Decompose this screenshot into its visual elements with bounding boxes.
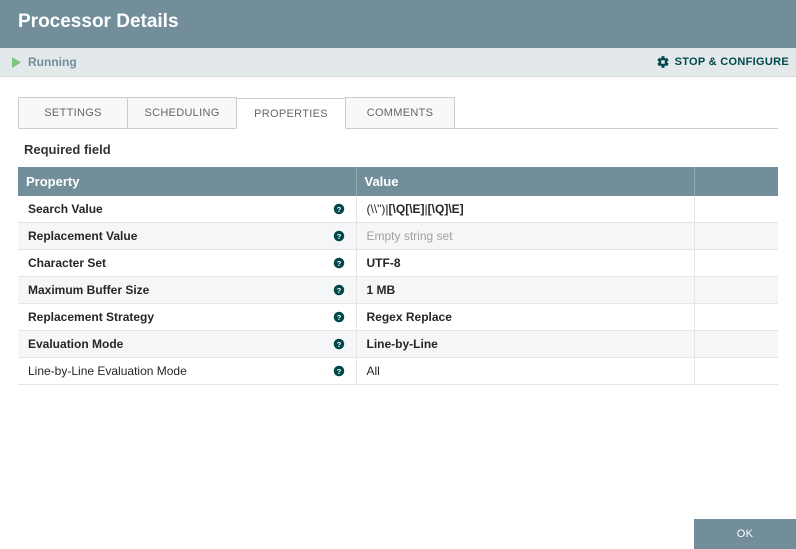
help-icon[interactable]: ?	[333, 338, 346, 351]
content-area: SETTINGS SCHEDULING PROPERTIES COMMENTS …	[0, 77, 796, 549]
value-segment: [\Q]\E]	[428, 202, 464, 216]
play-icon	[11, 57, 22, 68]
stop-configure-label: STOP & CONFIGURE	[675, 56, 789, 68]
property-name: Line-by-Line Evaluation Mode	[28, 364, 187, 378]
help-icon[interactable]: ?	[333, 230, 346, 243]
property-value[interactable]: (\\")|[\Q[\E]|[\Q]\E]	[356, 196, 694, 223]
extra-cell	[694, 250, 778, 277]
table-row[interactable]: Search Value? (\\")|[\Q[\E]|[\Q]\E]	[18, 196, 778, 223]
property-value[interactable]: Line-by-Line	[356, 331, 694, 358]
property-name: Character Set	[28, 256, 106, 270]
help-icon[interactable]: ?	[333, 365, 346, 378]
tab-label: SCHEDULING	[144, 107, 219, 119]
tab-settings[interactable]: SETTINGS	[18, 97, 128, 128]
help-icon[interactable]: ?	[333, 203, 346, 216]
svg-text:?: ?	[337, 340, 342, 349]
table-row[interactable]: Replacement Strategy? Regex Replace	[18, 304, 778, 331]
tab-label: SETTINGS	[44, 107, 101, 119]
table-header-row: Property Value	[18, 167, 778, 196]
table-row[interactable]: Character Set? UTF-8	[18, 250, 778, 277]
extra-cell	[694, 331, 778, 358]
svg-text:?: ?	[337, 286, 342, 295]
tab-label: COMMENTS	[367, 107, 434, 119]
property-name: Replacement Strategy	[28, 310, 154, 324]
svg-text:?: ?	[337, 259, 342, 268]
help-icon[interactable]: ?	[333, 311, 346, 324]
section-title: Required field	[24, 142, 778, 157]
page-title: Processor Details	[18, 11, 179, 33]
property-value[interactable]: All	[356, 358, 694, 385]
tab-comments[interactable]: COMMENTS	[345, 97, 455, 128]
dialog-footer: OK	[694, 519, 796, 549]
svg-text:?: ?	[337, 232, 342, 241]
value-segment: (\\")|	[367, 202, 389, 216]
tab-label: PROPERTIES	[254, 108, 328, 120]
svg-text:?: ?	[337, 367, 342, 376]
help-icon[interactable]: ?	[333, 284, 346, 297]
tab-properties[interactable]: PROPERTIES	[236, 98, 346, 129]
ok-label: OK	[737, 528, 754, 540]
svg-text:?: ?	[337, 205, 342, 214]
tabs: SETTINGS SCHEDULING PROPERTIES COMMENTS	[18, 97, 778, 129]
extra-cell	[694, 277, 778, 304]
extra-cell	[694, 304, 778, 331]
help-icon[interactable]: ?	[333, 257, 346, 270]
property-name: Maximum Buffer Size	[28, 283, 149, 297]
property-value[interactable]: UTF-8	[356, 250, 694, 277]
table-row[interactable]: Replacement Value? Empty string set	[18, 223, 778, 250]
status-bar: Running STOP & CONFIGURE	[0, 48, 796, 77]
table-row[interactable]: Evaluation Mode? Line-by-Line	[18, 331, 778, 358]
status-text: Running	[28, 55, 77, 69]
properties-table: Property Value Search Value? (\\")|[\Q[\E…	[18, 167, 778, 385]
property-name: Evaluation Mode	[28, 337, 123, 351]
extra-cell	[694, 196, 778, 223]
dialog-header: Processor Details	[0, 0, 796, 48]
tab-scheduling[interactable]: SCHEDULING	[127, 97, 237, 128]
value-segment: [\Q[\E]	[389, 202, 425, 216]
column-header-value[interactable]: Value	[356, 167, 694, 196]
extra-cell	[694, 358, 778, 385]
status-indicator: Running	[11, 55, 77, 69]
table-row[interactable]: Maximum Buffer Size? 1 MB	[18, 277, 778, 304]
property-value[interactable]: Regex Replace	[356, 304, 694, 331]
stop-configure-button[interactable]: STOP & CONFIGURE	[656, 55, 789, 69]
gear-stop-icon	[656, 55, 670, 69]
column-header-property[interactable]: Property	[18, 167, 356, 196]
property-value[interactable]: 1 MB	[356, 277, 694, 304]
table-row[interactable]: Line-by-Line Evaluation Mode? All	[18, 358, 778, 385]
ok-button[interactable]: OK	[694, 519, 796, 549]
extra-cell	[694, 223, 778, 250]
property-name: Search Value	[28, 202, 103, 216]
column-header-extra	[694, 167, 778, 196]
property-name: Replacement Value	[28, 229, 137, 243]
svg-text:?: ?	[337, 313, 342, 322]
property-value[interactable]: Empty string set	[356, 223, 694, 250]
